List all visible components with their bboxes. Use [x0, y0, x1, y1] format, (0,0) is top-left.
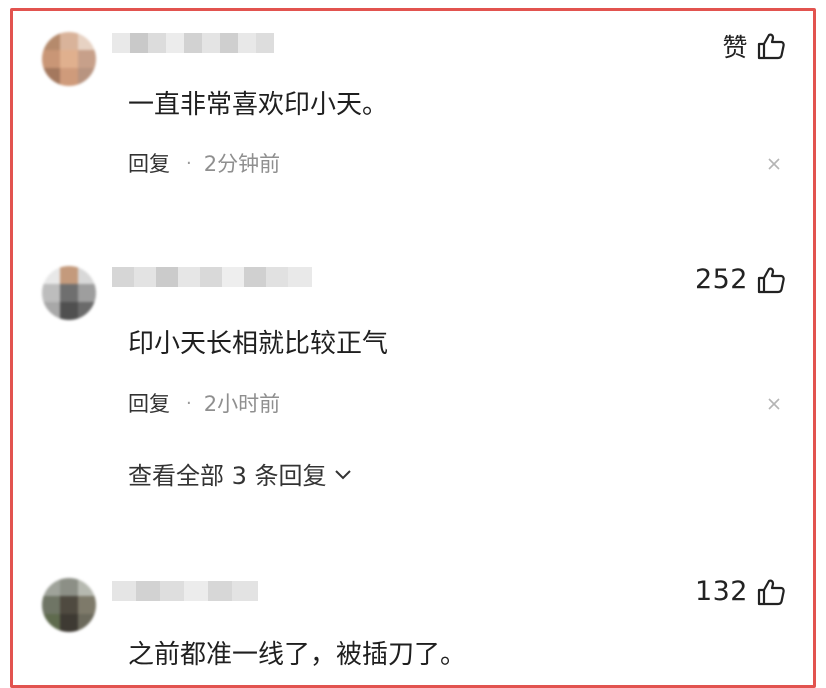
avatar[interactable] — [42, 266, 96, 320]
username-redacted[interactable] — [112, 267, 312, 287]
close-icon[interactable] — [766, 396, 782, 412]
thumb-up-icon — [757, 33, 785, 60]
like-button[interactable]: 132 — [695, 576, 786, 607]
thumb-up-icon — [757, 267, 785, 293]
chevron-down-icon — [334, 470, 351, 480]
view-all-replies-button[interactable]: 查看全部 3 条回复 — [128, 456, 353, 491]
comment-text: 印小天长相就比较正气 — [128, 329, 389, 359]
username-redacted[interactable] — [112, 581, 258, 601]
view-all-replies-label: 查看全部 3 条回复 — [128, 462, 327, 490]
like-button[interactable]: 赞 — [722, 28, 786, 64]
like-label: 赞 — [722, 33, 748, 62]
like-count: 252 — [694, 264, 748, 295]
username-redacted[interactable] — [112, 33, 274, 53]
comment-text: 一直非常喜欢印小天。 — [128, 90, 389, 120]
timestamp: 2小时前 — [203, 392, 281, 416]
like-button[interactable]: 252 — [695, 264, 786, 295]
comment-meta: 回复 · 2小时前 — [128, 388, 280, 418]
reply-button[interactable]: 回复 — [128, 148, 170, 178]
meta-separator: · — [186, 152, 192, 174]
close-icon[interactable] — [766, 156, 782, 172]
avatar[interactable] — [42, 32, 96, 86]
timestamp: 2分钟前 — [203, 152, 281, 176]
avatar[interactable] — [42, 578, 96, 632]
like-count: 132 — [694, 576, 748, 607]
comment-meta: 回复 · 2分钟前 — [128, 148, 280, 178]
meta-separator: · — [186, 392, 192, 414]
thumb-up-icon — [757, 579, 785, 605]
reply-button[interactable]: 回复 — [128, 388, 170, 418]
comment-text: 之前都准一线了，被插刀了。 — [128, 640, 467, 670]
